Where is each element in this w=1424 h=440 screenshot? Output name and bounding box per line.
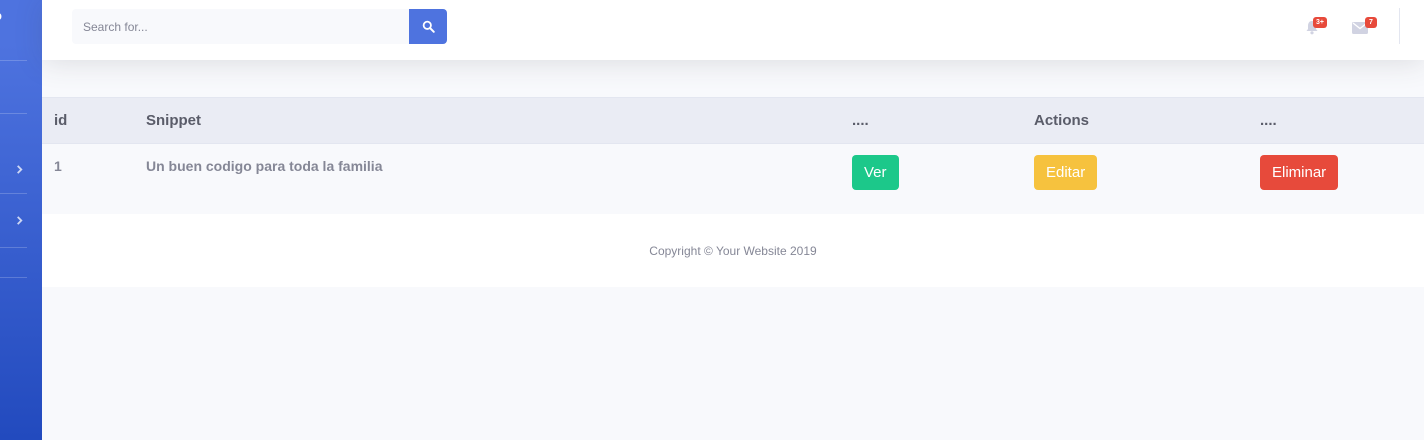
delete-button[interactable]: Eliminar (1260, 155, 1339, 190)
sidebar-item-collapse-2[interactable] (8, 209, 30, 231)
search-button[interactable] (409, 9, 447, 44)
column-header-delete: .... (1260, 112, 1277, 129)
cell-view: Ver (840, 144, 1022, 216)
alerts-count-badge: 3+ (1313, 17, 1327, 28)
snippets-table: id Snippet .... Actions .... 1 Un buen c… (42, 97, 1424, 216)
sidebar-divider (0, 193, 27, 194)
sidebar-item-collapse-1[interactable] (8, 158, 30, 180)
sidebar-divider (0, 60, 27, 61)
search-form (72, 9, 447, 44)
sidebar-divider (0, 277, 27, 278)
search-icon (422, 20, 435, 33)
column-header-snippet: Snippet (146, 112, 201, 129)
table-header-row: id Snippet .... Actions .... (42, 97, 1424, 144)
cell-id: 1 (54, 158, 62, 174)
cell-snippet: Un buen codigo para toda la familia (146, 158, 383, 174)
column-header-actions: Actions (1034, 112, 1090, 129)
column-header-view: .... (852, 112, 869, 129)
alerts-dropdown[interactable]: 3+ (1301, 16, 1331, 40)
search-input[interactable] (72, 9, 409, 44)
messages-count-badge: 7 (1365, 17, 1377, 28)
topbar-divider (1399, 8, 1400, 44)
cell-edit: Editar (1022, 144, 1248, 216)
cell-delete: Eliminar (1248, 144, 1424, 216)
sidebar-divider (0, 247, 27, 248)
chevron-right-icon (16, 164, 23, 174)
table-row: 1 Un buen codigo para toda la familia Ve… (42, 143, 1424, 216)
copyright-text: Copyright © Your Website 2019 (649, 243, 817, 258)
snippets-table-container: id Snippet .... Actions .... 1 Un buen c… (42, 97, 1424, 216)
view-button[interactable]: Ver (852, 155, 899, 190)
sidebar: o (0, 0, 42, 440)
column-header-id: id (54, 112, 68, 129)
topbar: 3+ 7 (42, 0, 1424, 60)
edit-button[interactable]: Editar (1034, 155, 1098, 190)
messages-dropdown[interactable]: 7 (1348, 16, 1378, 40)
sidebar-divider (0, 113, 27, 114)
chevron-right-icon (16, 215, 23, 225)
sidebar-brand[interactable]: o (0, 8, 6, 23)
footer: Copyright © Your Website 2019 (42, 214, 1424, 287)
